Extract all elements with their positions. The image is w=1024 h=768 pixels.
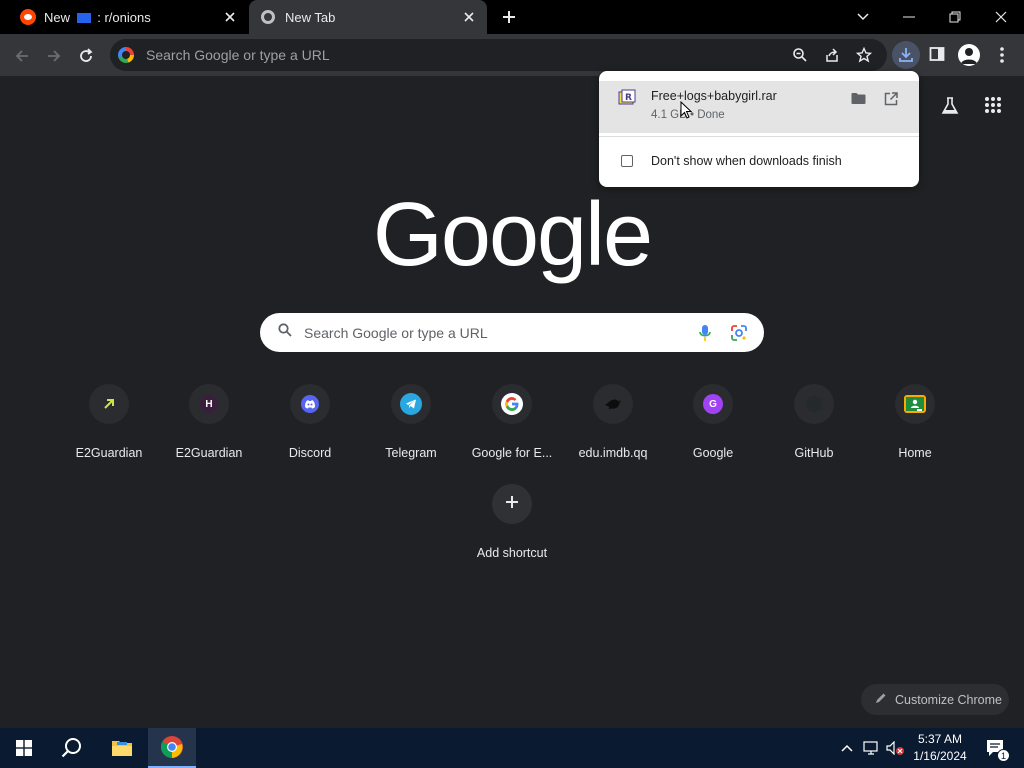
divider	[599, 136, 919, 137]
telegram-icon	[400, 393, 422, 415]
windows-taskbar: 5:37 AM 1/16/2024 1	[0, 728, 1024, 768]
menu-kebab-icon[interactable]	[994, 46, 1010, 69]
tab-new-tab[interactable]: New Tab	[249, 0, 487, 34]
reload-icon[interactable]	[72, 42, 100, 70]
customize-chrome-button[interactable]: Customize Chrome	[861, 684, 1009, 715]
github-icon	[803, 393, 825, 415]
flag-emoji-icon	[76, 12, 91, 23]
dont-show-label: Don't show when downloads finish	[651, 154, 842, 168]
network-icon[interactable]	[860, 728, 884, 768]
shortcut-discord[interactable]: Discord	[260, 382, 360, 460]
shortcut-label: Google	[692, 446, 734, 460]
clock-time: 5:37 AM	[917, 732, 963, 746]
file-explorer-icon[interactable]	[98, 728, 146, 768]
minimize-icon[interactable]	[900, 8, 918, 26]
e2guardian-arrow-icon	[100, 395, 118, 413]
taskbar-clock[interactable]: 5:37 AM 1/16/2024	[910, 728, 970, 768]
shortcut-telegram[interactable]: Telegram	[361, 382, 461, 460]
discord-icon	[301, 395, 319, 413]
side-panel-icon[interactable]	[929, 46, 945, 67]
dont-show-checkbox[interactable]	[621, 155, 633, 167]
ntp-search-box[interactable]: Search Google or type a URL	[260, 313, 764, 352]
shortcut-e2guardian-2[interactable]: H E2Guardian	[159, 382, 259, 460]
restore-icon[interactable]	[946, 8, 964, 26]
back-arrow-icon[interactable]	[8, 42, 36, 70]
share-icon[interactable]	[824, 47, 840, 68]
tab-title: New Tab	[285, 9, 336, 25]
labs-flask-icon[interactable]	[940, 96, 960, 121]
windows-start-icon[interactable]	[0, 728, 48, 768]
taskbar-search-icon[interactable]	[48, 728, 96, 768]
downloads-bubble: R Free+logs+babygirl.rar 4.1 GB • Done D…	[599, 71, 919, 187]
shortcut-label: edu.imdb.qq	[578, 446, 648, 460]
shortcut-label: Telegram	[385, 446, 437, 460]
tab-search-chevron-down-icon[interactable]	[854, 8, 872, 26]
voice-search-mic-icon[interactable]	[698, 324, 712, 347]
shortcut-label: E2Guardian	[75, 446, 143, 460]
notification-count-badge: 1	[997, 749, 1010, 762]
dont-show-toggle-row[interactable]: Don't show when downloads finish	[599, 151, 919, 173]
plus-icon	[505, 495, 519, 514]
download-filename: Free+logs+babygirl.rar	[651, 89, 777, 103]
address-bar[interactable]: Search Google or type a URL	[110, 39, 887, 71]
shortcut-google[interactable]: G Google	[663, 382, 763, 460]
profile-avatar-icon[interactable]	[958, 44, 980, 66]
google-lens-icon[interactable]	[730, 324, 748, 347]
address-bar-placeholder: Search Google or type a URL	[146, 47, 330, 63]
google-apps-grid-icon[interactable]	[984, 96, 1002, 119]
search-icon	[278, 323, 292, 342]
ntp-search-placeholder: Search Google or type a URL	[304, 324, 488, 341]
shortcut-google-for-e[interactable]: Google for E...	[462, 382, 562, 460]
volume-muted-icon[interactable]	[884, 728, 908, 768]
shortcut-label: Discord	[288, 446, 332, 460]
zoom-icon[interactable]	[792, 47, 808, 68]
bookmark-star-icon[interactable]	[855, 46, 873, 68]
shortcut-label: Home	[898, 446, 932, 460]
tab-close-icon[interactable]	[222, 9, 238, 25]
shortcut-label: Google for E...	[471, 446, 553, 460]
shortcut-e2guardian[interactable]: E2Guardian	[59, 382, 159, 460]
svg-text:R: R	[625, 93, 632, 103]
download-item[interactable]: R Free+logs+babygirl.rar 4.1 GB • Done	[599, 81, 919, 133]
shortcut-label: GitHub	[794, 446, 834, 460]
chrome-icon	[261, 10, 275, 24]
window-close-icon[interactable]	[992, 8, 1010, 26]
rar-archive-icon: R	[618, 89, 636, 112]
reddit-icon	[20, 9, 36, 25]
new-tab-plus-icon[interactable]	[500, 8, 518, 26]
add-shortcut-button[interactable]: Add shortcut	[462, 482, 562, 560]
pencil-icon	[875, 692, 887, 707]
chrome-taskbar-icon[interactable]	[148, 728, 196, 768]
shortcut-home[interactable]: Home	[865, 382, 965, 460]
show-hidden-icons-chevron-icon[interactable]	[838, 728, 856, 768]
forward-arrow-icon[interactable]	[40, 42, 68, 70]
google-logo: Google	[372, 185, 653, 285]
add-shortcut-label: Add shortcut	[476, 546, 548, 560]
customize-chrome-label: Customize Chrome	[895, 692, 1002, 707]
open-external-icon[interactable]	[884, 92, 898, 111]
shortcut-github[interactable]: GitHub	[764, 382, 864, 460]
shortcut-label: E2Guardian	[175, 446, 243, 460]
tab-title: New : r/onions	[44, 9, 151, 25]
shortcut-edu-imdb-qq[interactable]: edu.imdb.qq	[563, 382, 663, 460]
h-letter-icon: H	[200, 395, 218, 413]
bird-icon	[604, 395, 622, 413]
downloads-icon[interactable]	[892, 41, 920, 69]
clock-date: 1/16/2024	[913, 749, 967, 763]
show-in-folder-icon[interactable]	[851, 92, 866, 110]
mouse-cursor-icon	[680, 100, 693, 124]
g-letter-icon: G	[703, 394, 723, 414]
tab-strip: New : r/onions New Tab	[0, 0, 1024, 34]
google-g-icon	[118, 47, 134, 63]
google-classroom-icon	[904, 395, 926, 413]
google-g-icon	[501, 393, 523, 415]
action-center-notification-icon[interactable]: 1	[976, 728, 1016, 768]
tab-close-icon[interactable]	[461, 9, 477, 25]
tab-reddit-onions[interactable]: New : r/onions	[8, 0, 248, 34]
